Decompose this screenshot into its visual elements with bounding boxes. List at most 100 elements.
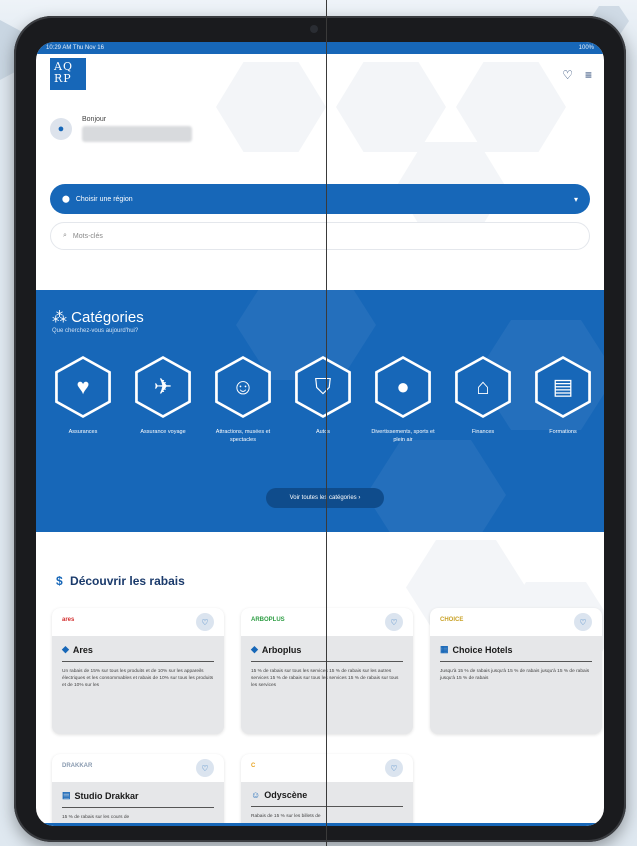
brand-logo: CHOICE xyxy=(440,617,464,623)
tags-icon: ⛉ xyxy=(297,359,349,415)
see-all-categories-button[interactable]: Voir toutes les catégories › xyxy=(266,488,384,508)
card-header: ares ♡ xyxy=(52,608,224,636)
card-name: Odyscène xyxy=(264,790,308,800)
brand-logo: ARBOPLUS xyxy=(251,617,285,623)
category-label: Formations xyxy=(549,429,577,435)
shield-heart-icon: ♥ xyxy=(57,359,109,415)
category-label: Finances xyxy=(471,429,495,435)
tablet-frame: 10:29 AM Thu Nov 16 100% AQ RP ♡ ≡ ● Bonj… xyxy=(14,16,626,842)
card-header: CHOICE ♡ xyxy=(430,608,602,636)
categories-subtitle: Que cherchez-vous aujourd'hui? xyxy=(52,328,139,334)
card-description: Un rabais de 15% sur tous les produits e… xyxy=(62,669,214,688)
category-label: Attractions, musées et spectacles xyxy=(215,429,271,443)
bottom-bar xyxy=(36,823,604,826)
vertical-divider-line xyxy=(326,0,327,846)
avatar[interactable]: ● xyxy=(50,118,72,140)
golf-ball-icon: ● xyxy=(377,359,429,415)
card-header: DRAKKAR ♡ xyxy=(52,754,224,782)
card-header: C ♡ xyxy=(241,754,413,782)
deals-title: Découvrir les rabais xyxy=(70,574,185,588)
card-title: ☺ Odyscène xyxy=(251,790,403,807)
category-assurances[interactable]: ♥ Assurances xyxy=(50,356,116,444)
decor-hexagon xyxy=(366,440,506,532)
choose-region-button[interactable]: ⬤ Choisir une région ▾ xyxy=(50,184,590,214)
card-description: 15 % de rabais sur tous les services 15 … xyxy=(251,669,399,688)
tag-icon: ◆ xyxy=(62,644,69,654)
search-placeholder: Mots-clés xyxy=(72,232,103,240)
top-bar: AQ RP ♡ ≡ xyxy=(36,54,604,104)
hotel-icon: ▦ xyxy=(440,644,449,654)
greeting-label: Bonjour xyxy=(82,116,107,123)
category-finances[interactable]: ⌂ Finances xyxy=(450,356,516,444)
card-description: 15 % de rabais sur les cours de xyxy=(62,815,130,820)
aqrp-logo[interactable]: AQ RP xyxy=(50,58,86,90)
brand-logo: ares xyxy=(62,617,75,623)
chevron-down-icon: ▾ xyxy=(573,194,578,204)
card-description: Rabais de 15 % sur les billets de xyxy=(251,814,321,819)
category-attractions[interactable]: ☺ Attractions, musées et spectacles xyxy=(210,356,276,444)
category-hexagon: ▤ xyxy=(535,356,591,418)
book-icon: ▤ xyxy=(537,359,589,415)
category-hexagon: ♥ xyxy=(55,356,111,418)
deal-card-ares[interactable]: ares ♡ ◆ Ares Un rabais de 15% sur tous … xyxy=(52,608,224,734)
card-title: ◆ Ares xyxy=(62,644,214,662)
favorite-heart-icon[interactable]: ♡ xyxy=(196,759,214,777)
camera-icon xyxy=(310,25,318,33)
deal-card-choice-hotels[interactable]: CHOICE ♡ ▦ Choice Hotels Jusqu'à 15 % de… xyxy=(430,608,602,734)
category-hexagon: ● xyxy=(375,356,431,418)
card-title: ▦ Choice Hotels xyxy=(440,644,592,662)
dollar-icon: $ xyxy=(56,574,63,588)
category-hexagon: ⛉ xyxy=(295,356,351,418)
card-name: Ares xyxy=(72,644,93,655)
favorite-heart-icon[interactable]: ♡ xyxy=(385,613,403,631)
search-icon: ⌕ xyxy=(63,232,67,239)
bank-icon: ⌂ xyxy=(457,359,509,415)
top-actions: ♡ ≡ xyxy=(562,68,592,82)
shield-plane-icon: ✈ xyxy=(137,359,189,415)
card-name: Studio Drakkar xyxy=(74,790,139,801)
category-assurance-voyage[interactable]: ✈ Assurance voyage xyxy=(130,356,196,444)
status-bar: 10:29 AM Thu Nov 16 100% xyxy=(36,42,604,54)
favorite-heart-icon[interactable]: ♡ xyxy=(385,759,403,777)
card-description: Jusqu'à 15 % de rabais jusqu'à 15 % de r… xyxy=(440,669,590,681)
card-title: ◆ Arboplus xyxy=(251,644,403,662)
menu-hamburger-icon[interactable]: ≡ xyxy=(585,68,592,82)
deals-heading: $ Découvrir les rabais xyxy=(56,574,185,588)
grid-icon: ⁂ xyxy=(52,309,67,326)
category-label: Divertissements, sports et plein air xyxy=(371,429,435,443)
category-hexagon: ☺ xyxy=(215,356,271,418)
search-input[interactable]: ⌕ Mots-clés xyxy=(50,222,590,250)
location-pin-icon: ⬤ xyxy=(62,196,70,203)
status-time: 10:29 AM Thu Nov 16 xyxy=(46,45,104,51)
deal-card-odyscene[interactable]: C ♡ ☺ Odyscène Rabais de 15 % sur les bi… xyxy=(241,754,413,826)
theater-masks-icon: ☺ xyxy=(251,790,261,800)
deal-card-arboplus[interactable]: ARBOPLUS ♡ ◆ Arboplus 15 % de rabais sur… xyxy=(241,608,413,734)
greeting: ● Bonjour xyxy=(50,116,192,142)
category-label: Assurances xyxy=(68,429,98,435)
tag-icon: ◆ xyxy=(251,644,258,654)
card-name: Arboplus xyxy=(261,644,302,655)
category-label: Autos xyxy=(315,429,331,435)
categories-row: ♥ Assurances ✈ Assurance voyage ☺ Attrac… xyxy=(50,356,604,444)
book-icon: ▤ xyxy=(62,790,71,800)
card-title: ▤ Studio Drakkar xyxy=(62,790,214,808)
brand-logo: DRAKKAR xyxy=(62,763,93,769)
choose-region-label: Choisir une région xyxy=(75,195,133,203)
deal-card-studio-drakkar[interactable]: DRAKKAR ♡ ▤ Studio Drakkar 15 % de rabai… xyxy=(52,754,224,826)
brand-logo: C xyxy=(251,763,256,769)
category-hexagon: ✈ xyxy=(135,356,191,418)
category-divertissements[interactable]: ● Divertissements, sports et plein air xyxy=(370,356,436,444)
categories-section: ⁂ Catégories Que cherchez-vous aujourd'h… xyxy=(36,290,604,532)
favorite-heart-icon[interactable]: ♡ xyxy=(574,613,592,631)
favorite-heart-icon[interactable]: ♡ xyxy=(196,613,214,631)
category-label: Assurance voyage xyxy=(140,429,186,435)
user-name-redacted xyxy=(82,126,192,142)
category-formations[interactable]: ▤ Formations xyxy=(530,356,596,444)
app-screen: 10:29 AM Thu Nov 16 100% AQ RP ♡ ≡ ● Bonj… xyxy=(36,42,604,826)
favorites-heart-icon[interactable]: ♡ xyxy=(562,68,573,82)
status-battery: 100% xyxy=(578,45,594,51)
categories-heading: ⁂ Catégories xyxy=(52,308,144,326)
category-autos[interactable]: ⛉ Autos xyxy=(290,356,356,444)
theater-masks-icon: ☺ xyxy=(217,359,269,415)
categories-title: Catégories xyxy=(71,309,144,326)
